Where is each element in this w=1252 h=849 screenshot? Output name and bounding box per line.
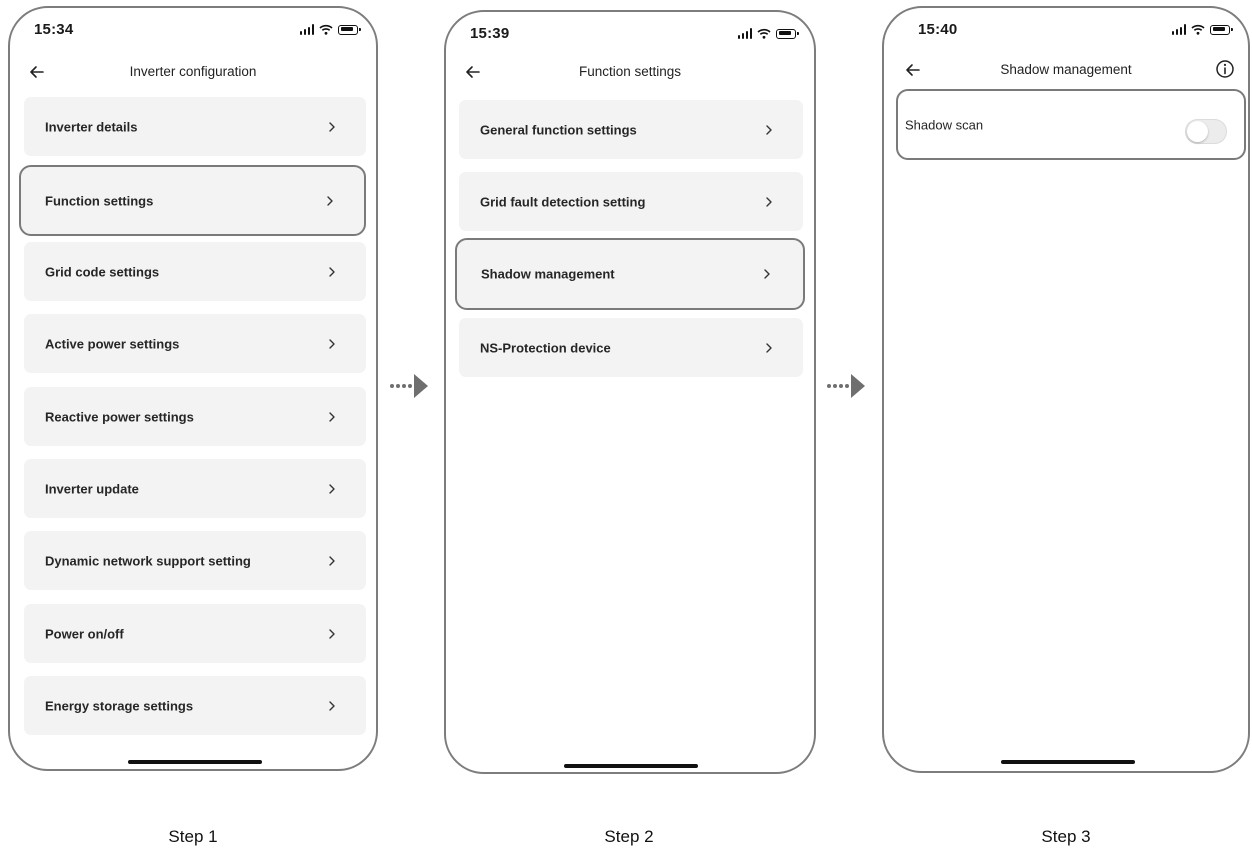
menu-item-label: Active power settings	[45, 336, 180, 351]
nav-bar: Shadow management	[884, 57, 1248, 85]
menu-item-active-power-settings[interactable]: Active power settings	[24, 314, 366, 373]
menu-item-label: Dynamic network support setting	[45, 553, 251, 568]
status-time: 15:39	[470, 25, 510, 42]
info-icon[interactable]	[1214, 58, 1236, 80]
shadow-scan-toggle[interactable]	[1185, 119, 1227, 144]
page-title: Function settings	[578, 64, 682, 79]
phone-screen-step-3: 15:40 Shadow management Shadow scan	[882, 6, 1250, 773]
status-time: 15:40	[918, 21, 958, 38]
battery-icon	[1210, 24, 1233, 35]
menu-item-shadow-management[interactable]: Shadow management	[455, 238, 805, 310]
status-bar: 15:34	[10, 8, 376, 48]
status-time: 15:34	[34, 21, 74, 38]
chevron-right-icon	[329, 483, 335, 494]
menu-item-label: Function settings	[45, 193, 154, 208]
menu-item-energy-storage-settings[interactable]: Energy storage settings	[24, 676, 366, 735]
wifi-icon	[319, 24, 333, 35]
menu-item-ns-protection-device[interactable]: NS-Protection device	[459, 318, 803, 377]
status-bar: 15:39	[446, 12, 814, 52]
page-title: Shadow management	[1000, 62, 1132, 77]
menu-item-reactive-power-settings[interactable]: Reactive power settings	[24, 387, 366, 446]
battery-icon	[776, 28, 799, 39]
battery-icon	[338, 24, 361, 35]
wifi-icon	[757, 28, 771, 39]
menu-item-label: Inverter details	[45, 119, 138, 134]
menu-item-function-settings[interactable]: Function settings	[19, 165, 366, 236]
step-caption-3: Step 3	[1041, 827, 1091, 846]
menu-item-label: NS-Protection device	[480, 340, 611, 355]
menu-item-label: Energy storage settings	[45, 698, 194, 713]
step-caption-2: Step 2	[604, 827, 654, 846]
signal-icon	[737, 28, 752, 39]
status-bar: 15:40	[884, 8, 1248, 48]
chevron-right-icon	[329, 121, 335, 132]
home-indicator[interactable]	[564, 764, 698, 768]
home-indicator[interactable]	[128, 760, 262, 764]
dotted-arrow-icon	[827, 374, 865, 398]
wifi-icon	[1191, 24, 1205, 35]
chevron-right-icon	[766, 196, 772, 207]
menu-item-label: Shadow management	[481, 266, 615, 282]
dotted-arrow-icon	[390, 374, 428, 398]
menu-item-grid-fault-detection[interactable]: Grid fault detection setting	[459, 172, 803, 231]
toggle-knob	[1187, 121, 1208, 142]
chevron-right-icon	[329, 411, 335, 422]
page-title: Inverter configuration	[129, 64, 257, 79]
menu-item-label: Reactive power settings	[45, 409, 194, 424]
menu-item-label: Grid code settings	[45, 264, 160, 279]
menu-item-general-function-settings[interactable]: General function settings	[459, 100, 803, 159]
chevron-right-icon	[766, 124, 772, 135]
phone-screen-step-1: 15:34 Inverter configuration Inverter de…	[8, 6, 378, 771]
shadow-scan-label: Shadow scan	[905, 117, 984, 132]
menu-item-label: Power on/off	[45, 626, 124, 641]
signal-icon	[1171, 24, 1186, 35]
chevron-right-icon	[329, 338, 335, 349]
step-caption-1: Step 1	[168, 827, 218, 846]
chevron-right-icon	[327, 195, 333, 206]
menu-item-label: Grid fault detection setting	[480, 194, 646, 209]
menu-item-label: Inverter update	[45, 481, 139, 496]
chevron-right-icon	[329, 266, 335, 277]
chevron-right-icon	[766, 342, 772, 353]
phone-screen-step-2: 15:39 Function settings General function…	[444, 10, 816, 774]
menu-item-label: General function settings	[480, 122, 637, 137]
chevron-right-icon	[329, 555, 335, 566]
chevron-right-icon	[764, 269, 770, 279]
menu-item-inverter-details[interactable]: Inverter details	[24, 97, 366, 156]
menu-item-inverter-update[interactable]: Inverter update	[24, 459, 366, 518]
shadow-scan-row: Shadow scan	[896, 89, 1246, 160]
home-indicator[interactable]	[1001, 760, 1135, 764]
menu-item-power-on-off[interactable]: Power on/off	[24, 604, 366, 663]
nav-bar: Inverter configuration	[10, 59, 376, 87]
signal-icon	[299, 24, 314, 35]
menu-item-grid-code-settings[interactable]: Grid code settings	[24, 242, 366, 301]
chevron-right-icon	[329, 628, 335, 639]
menu-item-dynamic-network-support[interactable]: Dynamic network support setting	[24, 531, 366, 590]
nav-bar: Function settings	[446, 59, 814, 87]
chevron-right-icon	[329, 700, 335, 711]
